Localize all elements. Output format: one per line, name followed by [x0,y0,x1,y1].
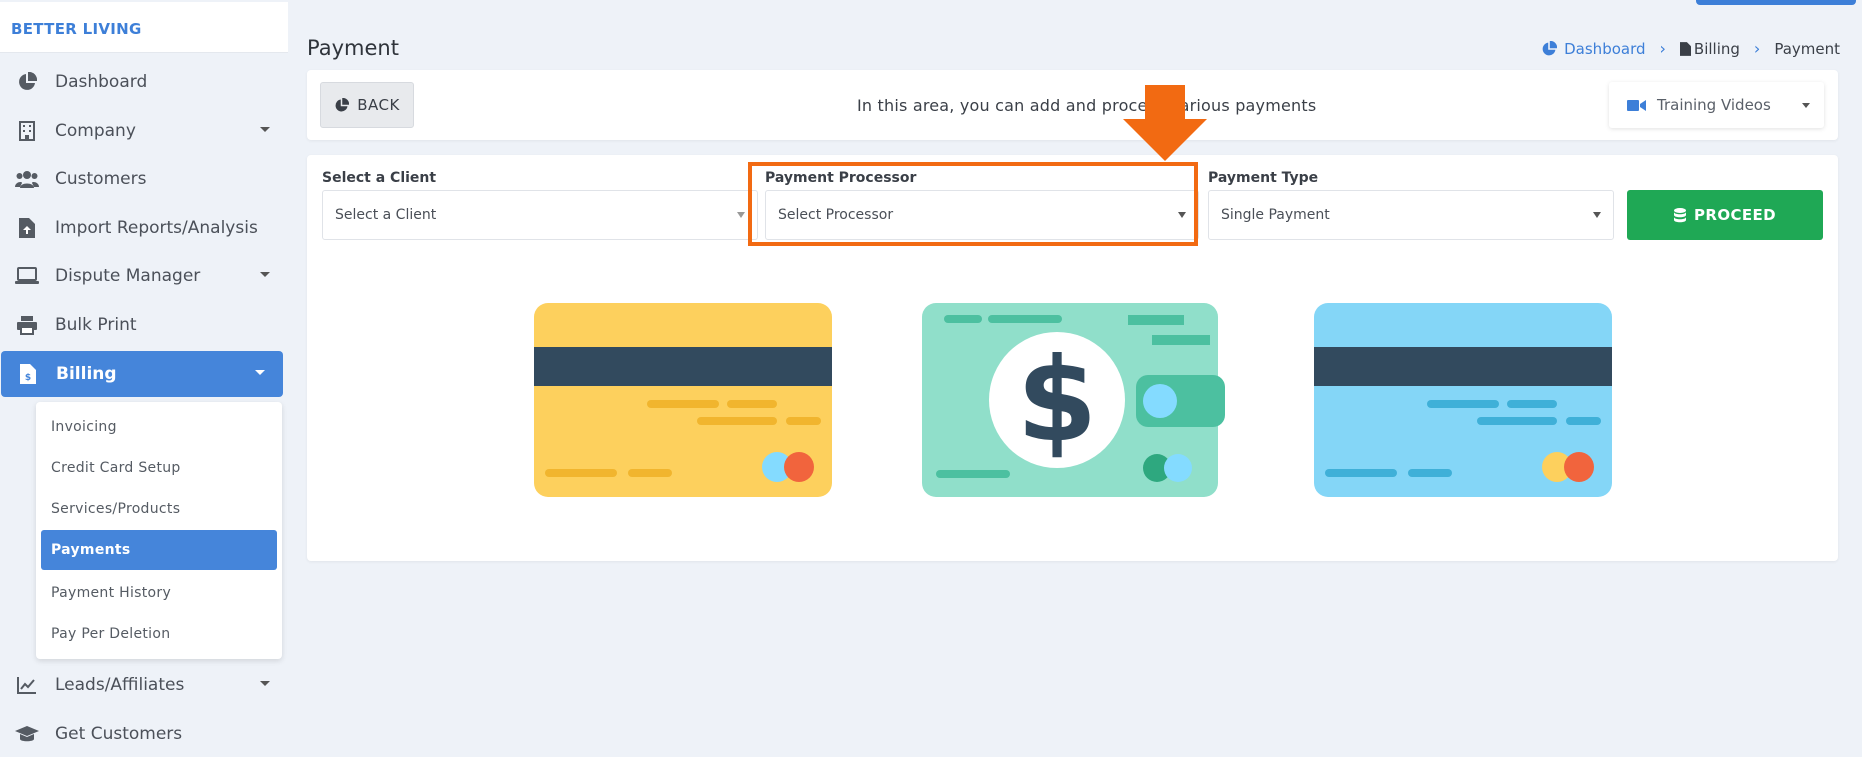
pie-chart-icon [334,97,350,113]
back-button[interactable]: BACK [320,82,414,128]
breadcrumb-current: Payment [1774,39,1840,58]
money-bill-illustration: $ [922,303,1225,497]
svg-text:$: $ [1017,333,1098,468]
printer-icon [15,313,39,337]
processor-label: Payment Processor [765,170,917,186]
sidebar-item-label: Dispute Manager [55,266,201,286]
client-select-value: Select a Client [335,207,437,223]
billing-submenu: Invoicing Credit Card Setup Services/Pro… [36,402,282,659]
submenu-item-invoicing[interactable]: Invoicing [36,407,282,447]
blue-credit-card-illustration [1314,303,1612,497]
chevron-down-icon [260,272,270,277]
sidebar-item-label: Company [55,121,136,141]
sidebar-item-label: Import Reports/Analysis [55,218,258,238]
sidebar: BETTER LIVING Dashboard Company Customer… [0,0,288,757]
page-title: Payment [307,36,399,60]
building-icon [15,119,39,143]
chevron-right-icon: › [1753,39,1761,58]
chevron-down-icon [260,127,270,132]
sidebar-item-leads-affiliates[interactable]: Leads/Affiliates [0,662,288,708]
sidebar-item-label: Leads/Affiliates [55,675,185,695]
client-select[interactable]: Select a Client [322,190,758,240]
laptop-icon [15,264,39,288]
sidebar-item-company[interactable]: Company [0,108,288,154]
chevron-down-icon [255,370,265,375]
chevron-right-icon: › [1659,39,1666,58]
chevron-down-icon [737,212,745,218]
payment-type-label: Payment Type [1208,170,1319,186]
pie-chart-icon [15,70,39,94]
sidebar-item-billing[interactable]: $ Billing [1,351,283,397]
sidebar-item-import-reports[interactable]: Import Reports/Analysis [0,205,288,251]
sidebar-item-customers[interactable]: Customers [0,156,288,202]
svg-text:$: $ [25,373,31,383]
file-upload-icon [15,216,39,240]
chevron-down-icon [260,681,270,686]
sidebar-item-label: Customers [55,169,147,189]
breadcrumb: Dashboard › Billing › Payment [1541,39,1840,58]
pie-chart-icon [1541,40,1558,57]
proceed-button[interactable]: PROCEED [1627,190,1823,240]
breadcrumb-link-dashboard[interactable]: Dashboard [1564,40,1645,58]
sidebar-item-dashboard[interactable]: Dashboard [0,59,288,105]
header-account-button[interactable] [1696,0,1856,5]
chevron-down-icon [1802,103,1810,108]
chevron-down-icon [1178,212,1186,218]
sidebar-item-label: Dashboard [55,72,148,92]
toolbar-card: BACK In this area, you can add and proce… [307,70,1838,140]
line-chart-icon [15,673,39,697]
submenu-item-services-products[interactable]: Services/Products [36,489,282,529]
graduation-cap-icon [15,722,39,746]
breadcrumb-link-billing[interactable]: Billing [1694,40,1740,58]
brand-logo-text[interactable]: BETTER LIVING [11,20,142,38]
submenu-item-pay-per-deletion[interactable]: Pay Per Deletion [36,614,282,654]
payment-type-select-value: Single Payment [1221,207,1330,223]
info-text: In this area, you can add and process va… [857,96,1317,115]
sidebar-item-bulk-print[interactable]: Bulk Print [0,302,288,348]
training-videos-label: Training Videos [1657,96,1771,114]
training-videos-dropdown[interactable]: Training Videos [1609,82,1824,128]
sidebar-item-label: Billing [56,364,117,384]
chevron-down-icon [1593,212,1601,218]
users-icon [15,167,39,191]
submenu-item-credit-card-setup[interactable]: Credit Card Setup [36,448,282,488]
video-camera-icon [1627,99,1646,112]
database-icon [1673,207,1686,223]
sidebar-item-label: Bulk Print [55,315,137,335]
sidebar-item-get-customers[interactable]: Get Customers [0,711,288,757]
back-button-label: BACK [357,96,400,114]
sidebar-item-label: Get Customers [55,724,183,744]
client-label: Select a Client [322,170,437,186]
processor-select-value: Select Processor [778,207,894,223]
brand-header: BETTER LIVING [0,2,288,53]
processor-select[interactable]: Select Processor [765,190,1199,240]
invoice-icon [1679,41,1691,56]
submenu-item-payment-history[interactable]: Payment History [36,573,282,613]
yellow-credit-card-illustration [534,303,832,497]
proceed-button-label: PROCEED [1693,206,1777,224]
submenu-item-payments[interactable]: Payments [41,530,277,570]
payment-type-select[interactable]: Single Payment [1208,190,1614,240]
sidebar-item-dispute-manager[interactable]: Dispute Manager [0,253,288,299]
invoice-icon: $ [16,362,40,386]
